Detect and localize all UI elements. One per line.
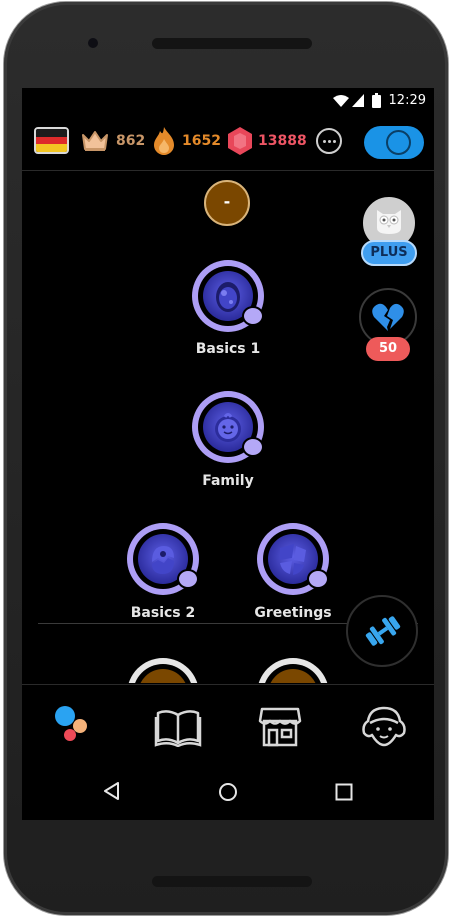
gem-icon[interactable] xyxy=(227,126,253,156)
crown-level-badge xyxy=(307,569,329,589)
plus-label: PLUS xyxy=(361,240,417,266)
mode-toggle[interactable] xyxy=(364,126,424,159)
crown-level-badge xyxy=(177,569,199,589)
back-icon[interactable] xyxy=(103,782,121,800)
clock: 12:29 xyxy=(388,93,426,108)
skill-label-family: Family xyxy=(202,473,254,489)
skill-locked-right[interactable] xyxy=(257,658,329,683)
crowns-count: 862 xyxy=(116,133,146,149)
book-icon xyxy=(154,710,202,748)
earpiece xyxy=(152,38,312,49)
skill-locked-left[interactable] xyxy=(127,658,199,683)
status-bar: 12:29 xyxy=(22,88,434,114)
streak-count: 1652 xyxy=(182,133,221,149)
gems-count: 13888 xyxy=(258,133,307,149)
learn-tab[interactable] xyxy=(50,701,94,749)
skill-label-greetings: Greetings xyxy=(254,605,332,621)
profile-icon xyxy=(362,706,406,747)
shop-tab[interactable] xyxy=(258,705,302,749)
app-screen: 12:29 862 1652 13888 - Basics 1 Family B… xyxy=(22,88,434,820)
shop-icon xyxy=(258,707,302,747)
front-camera xyxy=(88,38,98,48)
crown-level-badge xyxy=(242,437,264,457)
bottom-nav xyxy=(22,684,434,763)
crown-level-badge xyxy=(242,306,264,326)
hearts-count: 50 xyxy=(366,337,410,361)
plus-button[interactable]: PLUS xyxy=(360,194,418,266)
skill-label-basics-1: Basics 1 xyxy=(195,341,261,357)
skill-label-basics-2: Basics 2 xyxy=(130,605,196,621)
toggle-knob xyxy=(386,130,411,155)
battery-icon xyxy=(372,93,381,108)
learn-icon xyxy=(55,706,87,741)
system-nav-bar xyxy=(22,762,434,820)
checkpoint-badge[interactable]: - xyxy=(204,180,250,226)
signal-icon xyxy=(352,94,364,107)
hearts-button[interactable]: 50 xyxy=(359,288,417,362)
bottom-speaker xyxy=(152,876,312,887)
streak-flame-icon[interactable] xyxy=(152,126,176,156)
recents-icon[interactable] xyxy=(335,783,353,801)
home-icon[interactable] xyxy=(218,782,238,802)
wifi-icon xyxy=(333,95,349,107)
practice-button[interactable] xyxy=(346,595,418,667)
crown-icon[interactable] xyxy=(80,129,110,153)
profile-tab[interactable] xyxy=(360,705,408,749)
duo-owl-icon xyxy=(377,210,401,234)
broken-heart-icon xyxy=(372,303,404,331)
top-bar: 862 1652 13888 xyxy=(22,114,434,171)
stories-tab[interactable] xyxy=(154,707,202,748)
dumbbell-icon xyxy=(365,616,401,646)
more-options-button[interactable] xyxy=(316,128,342,154)
german-flag-icon[interactable] xyxy=(34,127,69,154)
